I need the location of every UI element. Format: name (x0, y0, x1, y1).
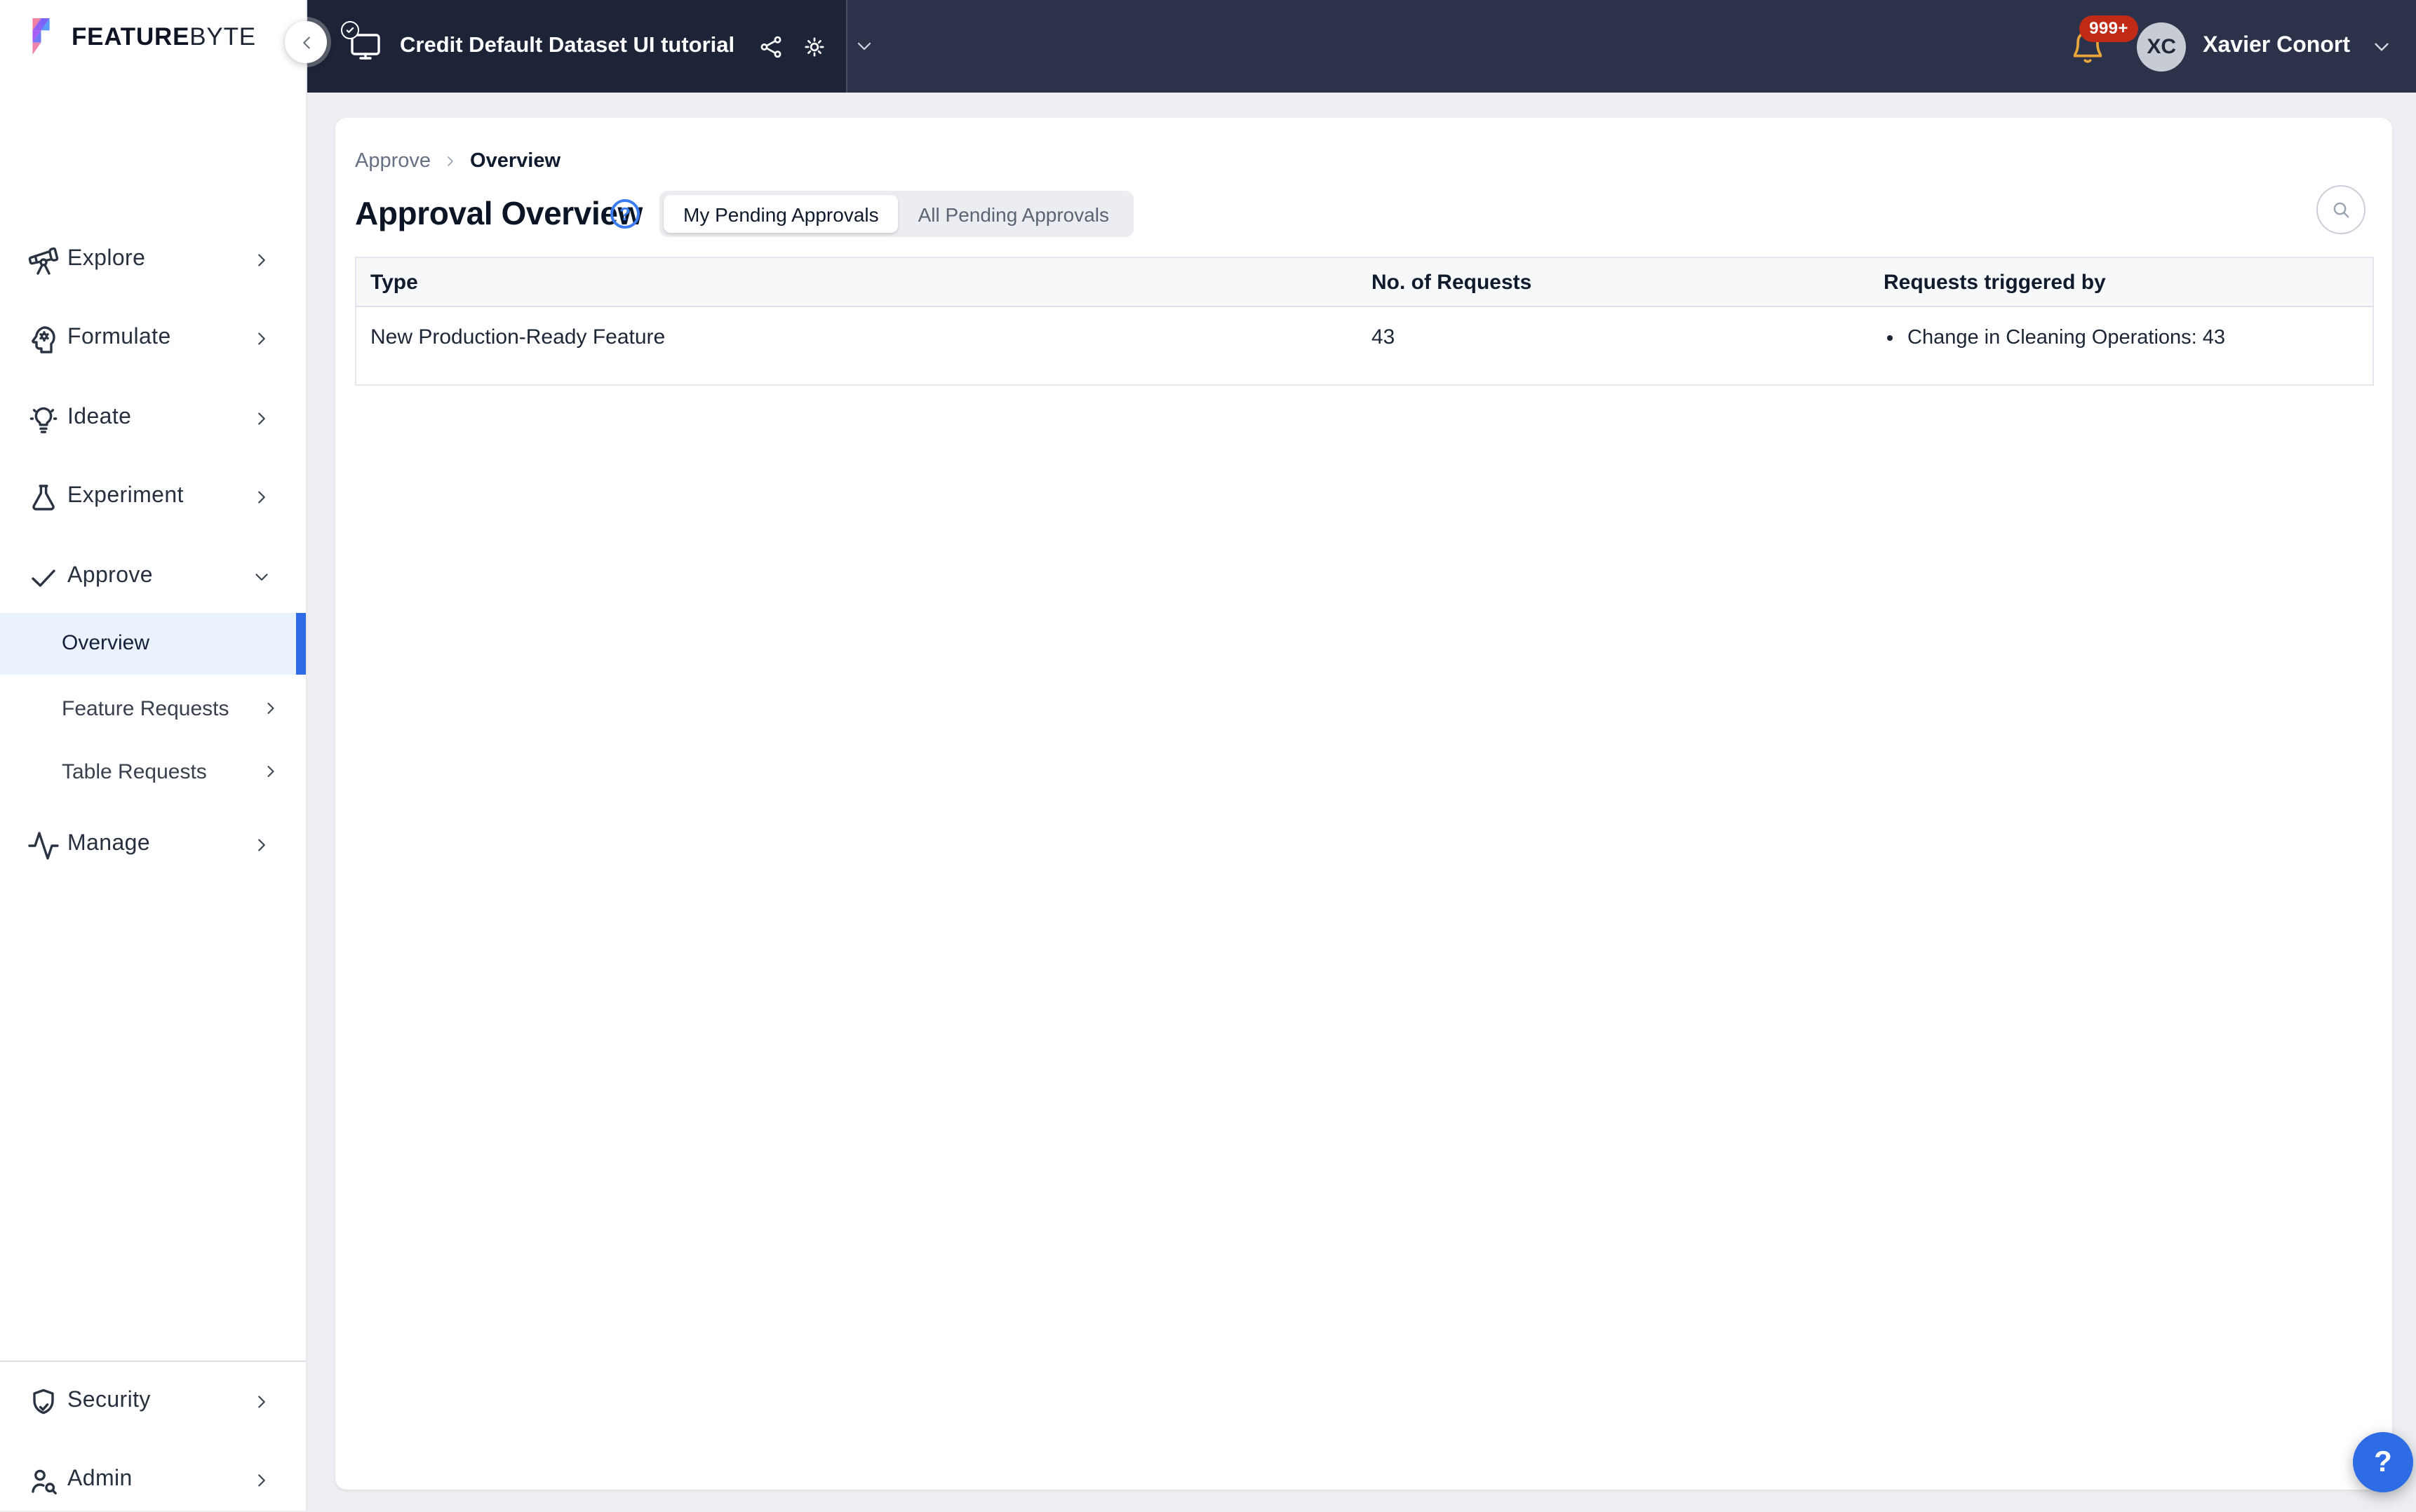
project-tab[interactable]: Credit Default Dataset UI tutorial (306, 0, 871, 93)
sidebar-item-ideate[interactable]: Ideate (0, 389, 306, 450)
sidebar-item-explore[interactable]: Explore (0, 230, 306, 292)
gear-icon[interactable] (800, 33, 827, 60)
head-gear-icon (27, 323, 60, 356)
featurebyte-logo-icon (32, 18, 50, 55)
chevron-right-icon (261, 762, 281, 781)
brand-logo: FEATUREBYTE (25, 15, 256, 58)
topbar-right: 999+ XC Xavier Conort (2069, 0, 2394, 93)
column-header-no-of-requests: No. of Requests (1357, 257, 1870, 307)
monitor-check-icon (341, 21, 383, 63)
chevron-right-icon (251, 487, 272, 508)
app-window: FEATUREBYTE Explore Formulate Ideate Exp… (0, 0, 2416, 1511)
sidebar-item-manage[interactable]: Manage (0, 815, 306, 877)
check-icon (27, 561, 60, 595)
chevron-right-icon (251, 408, 272, 429)
topbar: Credit Default Dataset UI tutorial 999+ … (306, 0, 2416, 93)
sidebar-item-table-requests[interactable]: Table Requests (0, 742, 306, 804)
column-header-requests-triggered-by: Requests triggered by (1870, 257, 2374, 307)
chevron-right-icon (261, 698, 281, 718)
column-header-type: Type (355, 257, 1357, 307)
main-area: Approve Overview Approval Overview ? My … (306, 93, 2416, 1511)
chevron-right-icon (251, 835, 272, 856)
sidebar-item-label: Approve (67, 564, 153, 588)
sidebar-item-label: Admin (67, 1467, 133, 1491)
search-button[interactable] (2316, 185, 2365, 234)
table-header-row: Type No. of Requests Requests triggered … (355, 257, 2374, 307)
sidebar-item-admin[interactable]: Admin (0, 1450, 306, 1512)
sidebar-subitem-label: Table Requests (62, 760, 207, 784)
sidebar-item-label: Formulate (67, 325, 171, 349)
chevron-down-icon[interactable] (852, 35, 875, 58)
brand-name: FEATUREBYTE (72, 22, 256, 50)
chevron-right-icon (251, 250, 272, 271)
search-icon (2333, 202, 2349, 218)
approvals-table: Type No. of Requests Requests triggered … (355, 257, 2374, 386)
sidebar-item-security[interactable]: Security (0, 1372, 306, 1433)
sidebar-item-label: Explore (67, 247, 146, 271)
breadcrumb-parent[interactable]: Approve (355, 150, 431, 173)
check-badge-icon (341, 21, 359, 39)
breadcrumb: Approve Overview (355, 150, 561, 173)
tab-all-pending-approvals[interactable]: All Pending Approvals (899, 195, 1129, 233)
title-help-icon[interactable]: ? (610, 199, 640, 229)
cell-triggers: Change in Cleaning Operations: 43 (1870, 306, 2374, 386)
chevron-right-icon (251, 1391, 272, 1412)
sidebar-item-label: Ideate (67, 405, 132, 429)
person-search-icon (27, 1464, 60, 1498)
cell-count: 43 (1357, 306, 1870, 386)
shield-check-icon (27, 1386, 60, 1419)
breadcrumb-separator-icon (442, 153, 459, 170)
activity-icon (27, 829, 60, 863)
share-icon[interactable] (757, 33, 784, 60)
sidebar-divider (0, 1361, 306, 1362)
avatar[interactable]: XC (2137, 22, 2187, 71)
user-menu-chevron-icon[interactable] (2370, 34, 2394, 58)
project-title: Credit Default Dataset UI tutorial (400, 34, 735, 58)
telescope-icon (27, 244, 60, 278)
chevron-right-icon (251, 328, 272, 349)
notification-badge: 999+ (2079, 15, 2138, 42)
flask-icon (27, 481, 60, 515)
tab-my-pending-approvals[interactable]: My Pending Approvals (664, 195, 899, 233)
lightbulb-icon (27, 403, 60, 436)
sidebar-item-label: Manage (67, 832, 151, 856)
chevron-right-icon (251, 1470, 272, 1491)
sidebar-item-formulate[interactable]: Formulate (0, 309, 306, 370)
table-row: New Production-Ready Feature 43 Change i… (355, 306, 2374, 386)
sidebar-subitem-label: Overview (62, 631, 150, 655)
sidebar-item-approve[interactable]: Approve (0, 547, 306, 609)
cell-type: New Production-Ready Feature (355, 306, 1357, 386)
trigger-item: Change in Cleaning Operations: 43 (1907, 325, 2373, 349)
sidebar-item-label: Experiment (67, 484, 184, 508)
sidebar-item-experiment[interactable]: Experiment (0, 467, 306, 529)
help-fab-button[interactable]: ? (2353, 1432, 2413, 1492)
sidebar-item-feature-requests[interactable]: Feature Requests (0, 679, 306, 741)
approvals-tab-group: My Pending Approvals All Pending Approva… (659, 191, 1134, 237)
notification-bell-icon[interactable]: 999+ (2069, 15, 2138, 65)
breadcrumb-current: Overview (470, 150, 561, 173)
sidebar: FEATUREBYTE Explore Formulate Ideate Exp… (0, 0, 307, 1511)
sidebar-subitem-label: Feature Requests (62, 697, 229, 721)
content-card: Approve Overview Approval Overview ? My … (335, 118, 2392, 1490)
sidebar-item-overview[interactable]: Overview (0, 613, 306, 675)
chevron-down-icon (251, 567, 272, 588)
sidebar-collapse-button[interactable] (285, 21, 327, 63)
user-name: Xavier Conort (2203, 34, 2350, 58)
sidebar-item-label: Security (67, 1389, 151, 1412)
page-title: Approval Overview (355, 195, 643, 231)
